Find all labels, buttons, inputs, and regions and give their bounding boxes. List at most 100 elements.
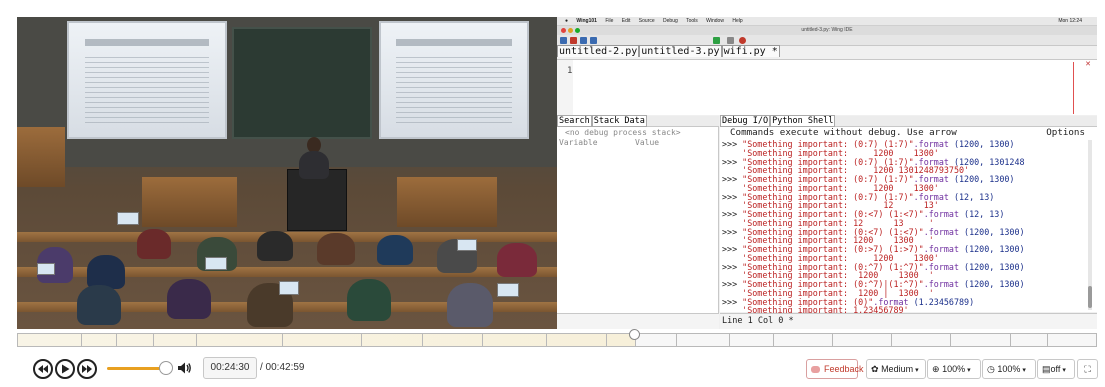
menubar-item: Source bbox=[638, 18, 655, 24]
chapter-mark bbox=[282, 334, 284, 346]
timeline-played bbox=[18, 334, 635, 346]
left-panel-tabs: Search Stack Data bbox=[557, 115, 719, 127]
tab-search: Search bbox=[557, 115, 592, 127]
fullscreen-button[interactable]: ⛶ bbox=[1077, 359, 1098, 379]
stack-data-panel: Search Stack Data <no debug process stack… bbox=[557, 115, 719, 329]
menubar-clock: Mon 12:24 bbox=[1058, 18, 1082, 24]
chapter-mark bbox=[116, 334, 118, 346]
left-status-bar bbox=[557, 313, 719, 329]
speed-button[interactable]: ◷ 100% ▾ bbox=[982, 359, 1036, 379]
shell-line-segment: (12, 13) bbox=[953, 191, 995, 202]
debug-icon bbox=[727, 37, 734, 44]
student bbox=[257, 231, 293, 261]
lecture-desk-right bbox=[397, 177, 497, 227]
save-icon bbox=[580, 37, 587, 44]
chapter-mark bbox=[772, 334, 774, 346]
captions-label: off bbox=[1050, 364, 1061, 374]
student bbox=[317, 233, 355, 265]
chapter-mark bbox=[481, 334, 483, 346]
chalkboard bbox=[232, 27, 372, 139]
stop-icon bbox=[739, 37, 746, 44]
column-value: Value bbox=[635, 138, 660, 147]
open-file-icon bbox=[570, 37, 577, 44]
student bbox=[447, 283, 493, 327]
chapter-mark bbox=[675, 334, 677, 346]
chevron-down-icon: ▾ bbox=[967, 367, 971, 374]
chat-bubble-icon bbox=[811, 366, 820, 374]
close-window-icon bbox=[561, 28, 566, 33]
feedback-button[interactable]: Feedback bbox=[806, 359, 864, 379]
zoom-label: 100% bbox=[942, 364, 966, 374]
volume-slider-handle[interactable] bbox=[158, 361, 173, 375]
zoom-icon: ⊕ bbox=[932, 364, 940, 374]
chevron-down-icon: ▾ bbox=[915, 367, 919, 374]
tab-untitled-3: untitled-3.py bbox=[639, 45, 722, 57]
captions-button[interactable]: ▤off ▾ bbox=[1037, 359, 1075, 379]
laptop bbox=[117, 212, 139, 225]
playhead-handle[interactable] bbox=[628, 329, 640, 340]
lecture-desk-left bbox=[142, 177, 237, 227]
shell-output: >>> "Something important: (0:7) (1:7)".f… bbox=[722, 140, 1082, 324]
tab-wifi: wifi.py * bbox=[721, 45, 780, 57]
chapter-mark bbox=[422, 334, 424, 346]
captions-icon: ▤ bbox=[1042, 364, 1051, 374]
line-number: 1 bbox=[567, 66, 573, 76]
shell-options: Options bbox=[1046, 127, 1085, 138]
laptop bbox=[497, 283, 519, 297]
rewind-button[interactable] bbox=[33, 359, 53, 379]
clock-icon: ◷ bbox=[987, 364, 995, 374]
minimize-window-icon bbox=[568, 28, 573, 33]
laptop bbox=[279, 281, 299, 295]
tab-debug-io: Debug I/O bbox=[720, 115, 771, 127]
projection-screen-left bbox=[67, 21, 227, 139]
timeline-scrubber[interactable] bbox=[17, 329, 1097, 347]
lecture-player: ● Wing101 File Edit Source Debug Tools W… bbox=[0, 0, 1105, 387]
shell-line-segment: (1200, 1300) bbox=[953, 139, 1015, 149]
variable-columns: Variable Value bbox=[559, 138, 717, 147]
student bbox=[77, 285, 121, 325]
volume-icon[interactable] bbox=[176, 360, 192, 376]
print-icon bbox=[590, 37, 597, 44]
menubar-item: Window bbox=[706, 18, 724, 24]
chapter-mark bbox=[80, 334, 82, 346]
duration: / 00:42:59 bbox=[260, 362, 305, 373]
quality-label: Medium bbox=[881, 364, 914, 374]
current-time[interactable]: 00:24:30 bbox=[203, 357, 257, 379]
shell-line-segment: (12, 13) bbox=[964, 209, 1005, 219]
play-icon bbox=[62, 364, 70, 374]
edge-marker bbox=[1073, 62, 1074, 114]
new-file-icon bbox=[560, 37, 567, 44]
tab-untitled-2: untitled-2.py bbox=[557, 45, 640, 57]
laptop bbox=[457, 239, 477, 251]
fullscreen-icon: ⛶ bbox=[1084, 364, 1091, 374]
menubar-item: Edit bbox=[621, 18, 631, 24]
fast-forward-button[interactable] bbox=[77, 359, 97, 379]
shell-header: Commands execute without debug. Use arro… bbox=[730, 127, 1095, 139]
volume-slider[interactable] bbox=[107, 367, 166, 370]
run-icon bbox=[713, 37, 720, 44]
quality-button[interactable]: ✿ Medium ▾ bbox=[866, 359, 926, 379]
menubar-item: Help bbox=[732, 18, 743, 24]
play-button[interactable] bbox=[55, 359, 75, 379]
code-editor: 1 ✕ bbox=[557, 59, 1097, 116]
player-controls: 00:24:30 / 00:42:59 Feedback ✿ Medium ▾ ⊕… bbox=[0, 351, 1105, 387]
video-area[interactable]: ● Wing101 File Edit Source Debug Tools W… bbox=[17, 17, 1097, 329]
close-editor-icon: ✕ bbox=[1085, 61, 1091, 68]
zoom-button[interactable]: ⊕ 100% ▾ bbox=[927, 359, 981, 379]
rewind-icon bbox=[38, 365, 48, 373]
python-shell-panel: Debug I/O Python Shell Commands execute w… bbox=[720, 115, 1097, 323]
chapter-mark bbox=[831, 334, 833, 346]
chapter-mark bbox=[729, 334, 731, 346]
chapter-mark bbox=[605, 334, 607, 346]
gear-icon: ✿ bbox=[871, 364, 879, 374]
lecturer bbox=[299, 151, 329, 179]
student bbox=[167, 279, 211, 319]
shell-tabs: Debug I/O Python Shell bbox=[720, 115, 1097, 127]
shell-line-segment: (1200, 1300) bbox=[964, 244, 1025, 254]
shell-line-segment: (1200, 1300) bbox=[964, 279, 1025, 289]
chapter-mark bbox=[1047, 334, 1049, 346]
projection-screen-right bbox=[379, 21, 529, 139]
laptop bbox=[37, 263, 55, 275]
apple-icon: ● bbox=[565, 18, 569, 24]
shell-header-text: Commands execute without debug. Use arro… bbox=[730, 127, 957, 138]
